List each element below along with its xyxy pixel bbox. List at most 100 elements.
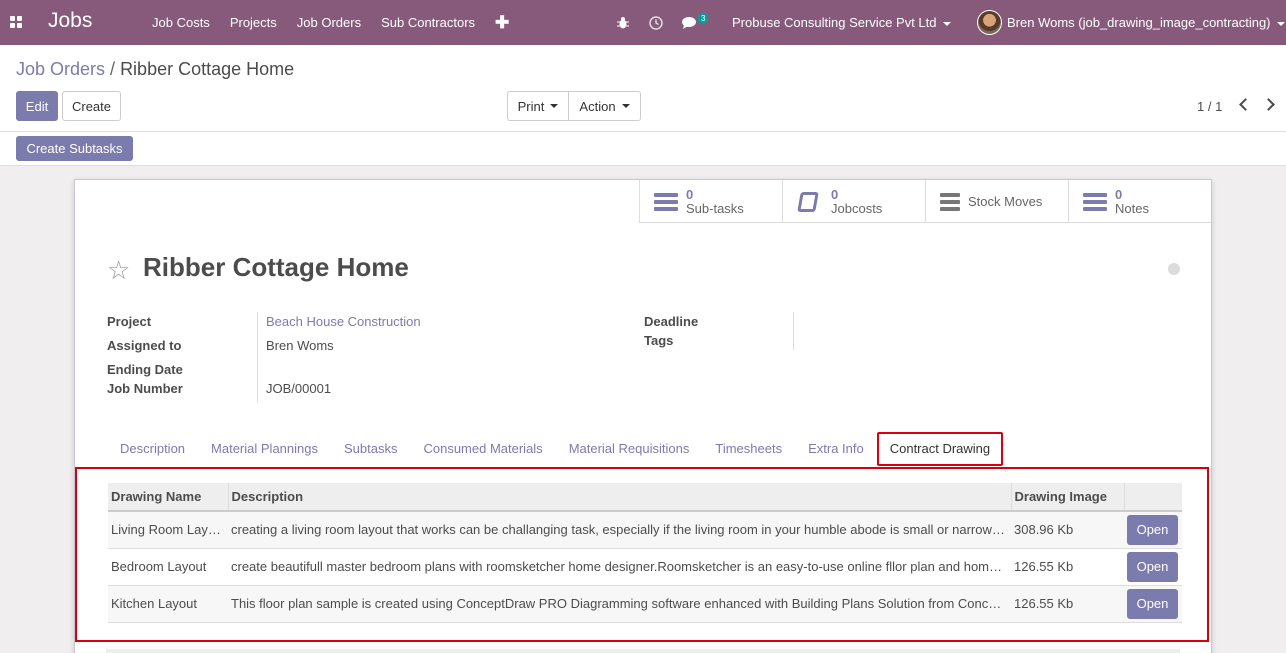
field-divider — [257, 312, 258, 402]
project-label: Project — [107, 314, 152, 329]
user-name: Bren Woms (job_drawing_image_contracting… — [1007, 15, 1271, 30]
notes-label: Notes — [1115, 200, 1149, 216]
breadcrumb-separator: / — [110, 59, 116, 79]
create-subtasks-button[interactable]: Create Subtasks — [16, 136, 133, 161]
star-icon[interactable]: ☆ — [107, 255, 130, 286]
create-button[interactable]: Create — [62, 91, 121, 121]
action-button[interactable]: Action — [568, 91, 641, 121]
plus-icon[interactable]: ✚ — [485, 0, 519, 45]
deadline-label: Deadline — [644, 314, 699, 329]
drawing-description-cell: This floor plan sample is created using … — [228, 585, 1011, 623]
chat-count-badge: 3 — [698, 13, 709, 24]
column-header-drawing-image[interactable]: Drawing Image — [1010, 483, 1124, 512]
subtasks-count: 0 — [686, 186, 694, 202]
pager-value: 1 / 1 — [1197, 99, 1223, 114]
tab-extra-info[interactable]: Extra Info — [795, 432, 877, 466]
tab-contract-drawing[interactable]: Contract Drawing — [876, 432, 1004, 466]
table-row[interactable]: Bedroom Layout create beautifull master … — [108, 548, 1182, 586]
open-button[interactable]: Open — [1127, 514, 1178, 545]
drawing-image-cell[interactable]: 308.96 Kb — [1011, 511, 1124, 549]
subtasks-smart-button[interactable]: 0 Sub-tasks — [639, 180, 782, 223]
action-label: Action — [579, 98, 616, 114]
open-button[interactable]: Open — [1127, 588, 1178, 619]
column-header-description[interactable]: Description — [227, 483, 1011, 512]
table-header-row: Drawing Name Description Drawing Image — [108, 483, 1182, 512]
top-navbar: Jobs Job Costs Projects Job Orders Sub C… — [0, 0, 1286, 45]
menu-job-orders[interactable]: Job Orders — [287, 0, 371, 45]
print-button[interactable]: Print — [507, 91, 569, 121]
apps-menu-icon[interactable] — [10, 16, 22, 28]
menu-projects[interactable]: Projects — [220, 0, 287, 45]
user-menu[interactable]: Bren Woms (job_drawing_image_contracting… — [1007, 15, 1285, 30]
notes-smart-button[interactable]: 0 Notes — [1068, 180, 1211, 223]
company-name: Probuse Consulting Service Pvt Ltd — [732, 15, 937, 30]
menu-sub-contractors[interactable]: Sub Contractors — [371, 0, 485, 45]
chevron-right-icon[interactable] — [1262, 98, 1275, 111]
caret-down-icon — [550, 104, 559, 108]
jobcosts-label: Jobcosts — [831, 200, 883, 216]
caret-down-icon — [1276, 21, 1285, 26]
tab-material-plannings[interactable]: Material Plannings — [198, 432, 331, 466]
drawing-name-cell: Bedroom Layout — [108, 548, 228, 586]
column-header-drawing-name[interactable]: Drawing Name — [108, 483, 228, 512]
book-icon — [797, 191, 819, 212]
footer-strip — [106, 649, 1180, 653]
breadcrumb: Job Orders / Ribber Cottage Home — [16, 59, 294, 80]
company-switcher[interactable]: Probuse Consulting Service Pvt Ltd — [732, 15, 951, 30]
jobcosts-count: 0 — [831, 186, 839, 202]
caret-down-icon — [621, 104, 630, 108]
field-divider — [793, 312, 794, 350]
notes-count: 0 — [1115, 186, 1123, 202]
drawings-table: Drawing Name Description Drawing Image L… — [108, 483, 1182, 623]
tab-subtasks[interactable]: Subtasks — [331, 432, 410, 466]
drawing-name-cell: Living Room Layout — [108, 511, 228, 549]
stock-moves-label: Stock Moves — [968, 193, 1043, 209]
menu-job-costs[interactable]: Job Costs — [142, 0, 220, 45]
form-statusbar: Create Subtasks — [0, 132, 1286, 166]
table-row[interactable]: Living Room Layout creating a living roo… — [108, 511, 1182, 549]
tab-timesheets[interactable]: Timesheets — [702, 432, 795, 466]
assigned-to-value: Bren Woms — [266, 338, 334, 353]
notebook-tabs: Description Material Plannings Subtasks … — [107, 432, 1004, 466]
edit-button[interactable]: Edit — [16, 91, 58, 121]
tab-description[interactable]: Description — [107, 432, 198, 466]
breadcrumb-parent[interactable]: Job Orders — [16, 59, 105, 79]
tab-material-requisitions[interactable]: Material Requisitions — [556, 432, 703, 466]
kanban-state-icon[interactable] — [1168, 263, 1180, 275]
main-menu: Job Costs Projects Job Orders Sub Contra… — [142, 0, 519, 45]
smart-button-box: 0 Sub-tasks 0 Jobcosts Stock Moves 0 Notes — [639, 180, 1211, 223]
action-cell: Open — [1124, 511, 1182, 549]
open-button[interactable]: Open — [1127, 551, 1178, 582]
tags-label: Tags — [644, 333, 674, 348]
chat-icon[interactable] — [682, 0, 698, 45]
assigned-to-label: Assigned to — [107, 338, 182, 353]
action-cell: Open — [1124, 585, 1182, 623]
drawing-description-cell: creating a living room layout that works… — [228, 511, 1011, 549]
caret-down-icon — [942, 21, 951, 26]
clock-icon[interactable] — [649, 0, 663, 45]
subtasks-label: Sub-tasks — [686, 200, 744, 216]
drawing-description-cell: create beautifull master bedroom plans w… — [228, 548, 1011, 586]
project-value[interactable]: Beach House Construction — [266, 314, 421, 329]
ending-date-label: Ending Date — [107, 362, 183, 377]
job-number-value: JOB/00001 — [266, 381, 332, 396]
breadcrumb-current: Ribber Cottage Home — [120, 59, 295, 79]
drawing-image-cell[interactable]: 126.55 Kb — [1011, 585, 1124, 623]
drawing-name-cell: Kitchen Layout — [108, 585, 228, 623]
job-number-label: Job Number — [107, 381, 183, 396]
app-title[interactable]: Jobs — [48, 9, 92, 33]
tab-consumed-materials[interactable]: Consumed Materials — [410, 432, 555, 466]
action-cell: Open — [1124, 548, 1182, 586]
jobcosts-smart-button[interactable]: 0 Jobcosts — [782, 180, 925, 223]
stock-moves-smart-button[interactable]: Stock Moves — [925, 180, 1068, 223]
print-label: Print — [517, 98, 545, 114]
bars-icon — [940, 192, 960, 211]
list-icon — [654, 192, 678, 211]
avatar[interactable] — [977, 10, 1002, 35]
chevron-left-icon[interactable] — [1239, 98, 1252, 111]
bug-icon[interactable] — [617, 0, 629, 45]
table-row[interactable]: Kitchen Layout This floor plan sample is… — [108, 585, 1182, 623]
record-title: Ribber Cottage Home — [143, 252, 409, 282]
drawing-image-cell[interactable]: 126.55 Kb — [1011, 548, 1124, 586]
list-icon — [1083, 192, 1107, 211]
